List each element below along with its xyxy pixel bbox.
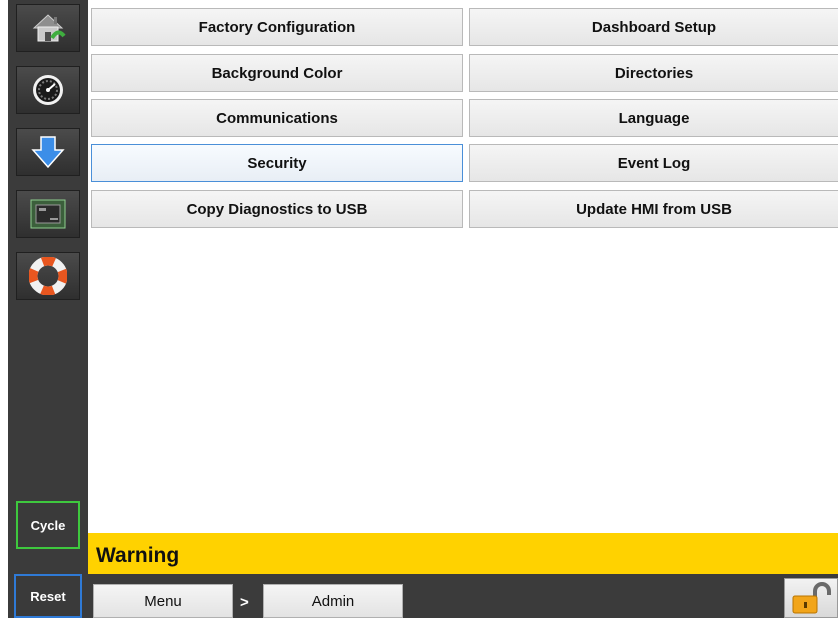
sidebar-home-button[interactable] bbox=[16, 4, 80, 52]
unlocked-padlock-icon bbox=[792, 582, 831, 614]
dashboard-gauge-icon bbox=[33, 75, 63, 105]
cpu-board-icon bbox=[30, 199, 66, 229]
cycle-button[interactable]: Cycle bbox=[16, 501, 80, 549]
breadcrumb-menu-button[interactable]: Menu bbox=[93, 584, 233, 618]
hmi-screen: Cycle Reset Factory Configuration Dashbo… bbox=[0, 0, 838, 618]
home-icon bbox=[32, 14, 66, 42]
directories-button[interactable]: Directories bbox=[469, 54, 838, 92]
dashboard-setup-button[interactable]: Dashboard Setup bbox=[469, 8, 838, 46]
factory-configuration-button[interactable]: Factory Configuration bbox=[91, 8, 463, 46]
language-button[interactable]: Language bbox=[469, 99, 838, 137]
event-log-button[interactable]: Event Log bbox=[469, 144, 838, 182]
communications-button[interactable]: Communications bbox=[91, 99, 463, 137]
breadcrumb-separator: > bbox=[240, 594, 249, 611]
security-button[interactable]: Security bbox=[91, 144, 463, 182]
warning-banner: Warning bbox=[88, 533, 838, 574]
breadcrumb-admin-button[interactable]: Admin bbox=[263, 584, 403, 618]
background-color-button[interactable]: Background Color bbox=[91, 54, 463, 92]
sidebar-download-button[interactable] bbox=[16, 128, 80, 176]
sidebar: Cycle Reset bbox=[8, 0, 88, 618]
sidebar-dashboard-button[interactable] bbox=[16, 66, 80, 114]
sidebar-help-button[interactable] bbox=[16, 252, 80, 300]
copy-diagnostics-to-usb-button[interactable]: Copy Diagnostics to USB bbox=[91, 190, 463, 228]
reset-button[interactable]: Reset bbox=[14, 574, 82, 618]
lifebuoy-icon bbox=[29, 257, 67, 295]
update-hmi-from-usb-button[interactable]: Update HMI from USB bbox=[469, 190, 838, 228]
sidebar-cpu-button[interactable] bbox=[16, 190, 80, 238]
warning-text: Warning bbox=[96, 544, 180, 567]
lock-button[interactable] bbox=[784, 578, 838, 618]
download-arrow-icon bbox=[31, 136, 65, 169]
bottom-bar: Menu > Admin bbox=[88, 574, 838, 618]
